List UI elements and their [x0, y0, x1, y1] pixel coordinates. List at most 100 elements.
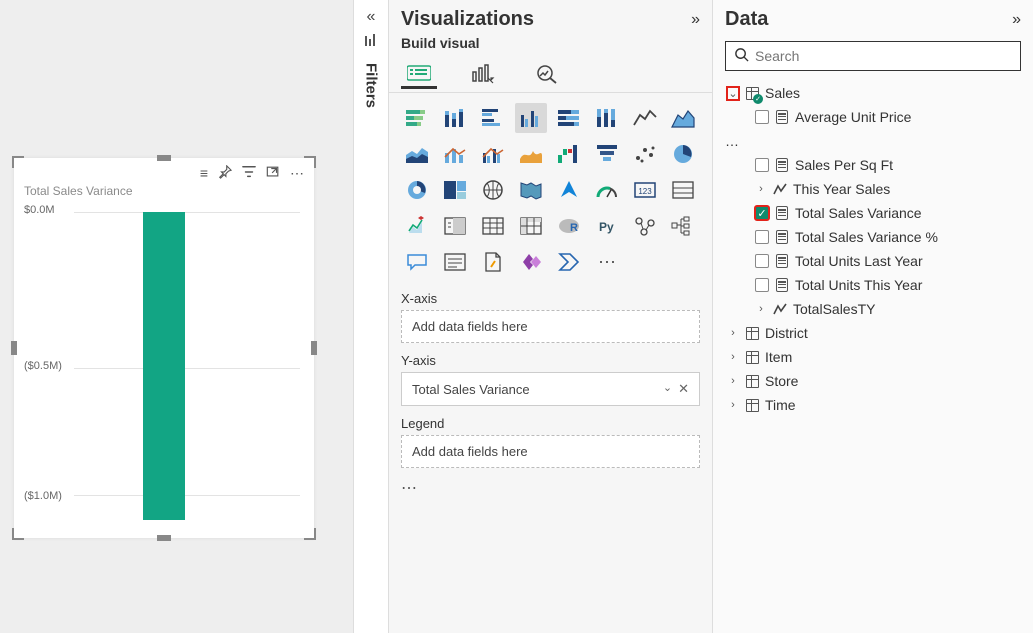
viz-matrix[interactable] — [515, 211, 547, 241]
viz-line-clustered-column[interactable] — [477, 139, 509, 169]
resize-handle-right[interactable] — [311, 341, 317, 355]
remove-field-icon[interactable]: ✕ — [678, 381, 689, 397]
resize-handle-tr[interactable] — [304, 156, 316, 168]
tab-build-visual[interactable] — [401, 59, 437, 89]
field-node[interactable]: ›TotalSalesTY — [725, 297, 1021, 321]
field-checkbox[interactable] — [755, 254, 769, 268]
viz-stacked-bar[interactable] — [401, 103, 433, 133]
field-checkbox[interactable] — [755, 278, 769, 292]
chart-bar[interactable] — [143, 212, 185, 520]
expand-field-icon[interactable]: › — [755, 303, 767, 315]
viz-waterfall[interactable] — [553, 139, 585, 169]
viz-filled-map[interactable] — [515, 175, 547, 205]
expand-table-icon[interactable]: › — [727, 375, 739, 387]
more-field-wells[interactable]: ⋯ — [401, 478, 700, 498]
viz-r-visual[interactable]: R — [553, 211, 585, 241]
field-node[interactable]: Total Units Last Year — [725, 249, 1021, 273]
expand-table-icon[interactable]: › — [727, 351, 739, 363]
column-chart-visual[interactable]: ≡ ⋯ Total Sales Variance $0.0M ($0.5M) (… — [14, 158, 314, 538]
table-icon — [744, 325, 760, 341]
viz-qna[interactable] — [401, 247, 433, 277]
table-node[interactable]: ›Store — [725, 369, 1021, 393]
viz-table[interactable] — [477, 211, 509, 241]
viz-smart-narrative[interactable] — [439, 247, 471, 277]
expand-field-icon[interactable]: › — [755, 183, 767, 195]
viz-paginated-report[interactable] — [477, 247, 509, 277]
field-label: Average Unit Price — [795, 109, 911, 125]
yaxis-field-pill[interactable]: Total Sales Variance — [412, 382, 530, 397]
fields-search-box[interactable] — [725, 41, 1021, 71]
xaxis-field-well[interactable]: Add data fields here — [401, 310, 700, 343]
chevron-down-icon[interactable]: ⌄ — [663, 381, 672, 397]
field-node[interactable]: Average Unit Price — [725, 105, 1021, 129]
viz-donut[interactable] — [401, 175, 433, 205]
viz-clustered-bar[interactable] — [477, 103, 509, 133]
search-input[interactable] — [755, 48, 1012, 64]
legend-field-well[interactable]: Add data fields here — [401, 435, 700, 468]
resize-handle-bottom[interactable] — [157, 535, 171, 541]
viz-gauge[interactable] — [591, 175, 623, 205]
more-options-icon[interactable]: ⋯ — [290, 166, 304, 180]
expand-filters-icon[interactable]: « — [367, 8, 376, 26]
table-node[interactable]: ›Time — [725, 393, 1021, 417]
filters-pane-collapsed[interactable]: « Filters — [353, 0, 389, 633]
viz-stacked-column[interactable] — [439, 103, 471, 133]
expand-table-icon[interactable]: › — [727, 399, 739, 411]
visual-selection[interactable]: ≡ ⋯ Total Sales Variance $0.0M ($0.5M) (… — [14, 158, 314, 538]
field-node[interactable]: Total Sales Variance % — [725, 225, 1021, 249]
viz-100-stacked-column[interactable] — [591, 103, 623, 133]
viz-key-influencers[interactable] — [629, 211, 661, 241]
tab-analytics[interactable] — [529, 59, 565, 89]
viz-scatter[interactable] — [629, 139, 661, 169]
focus-mode-icon[interactable] — [266, 165, 280, 181]
filter-icon[interactable] — [242, 165, 256, 181]
viz-100-stacked-bar[interactable] — [553, 103, 585, 133]
expand-table-icon[interactable]: › — [727, 327, 739, 339]
viz-kpi[interactable] — [401, 211, 433, 241]
viz-area[interactable] — [667, 103, 699, 133]
yaxis-field-well[interactable]: Total Sales Variance ⌄ ✕ — [401, 372, 700, 406]
viz-multi-row-card[interactable] — [667, 175, 699, 205]
resize-handle-tl[interactable] — [12, 156, 24, 168]
field-node[interactable]: ›This Year Sales — [725, 177, 1021, 201]
viz-funnel[interactable] — [591, 139, 623, 169]
viz-slicer[interactable] — [439, 211, 471, 241]
viz-card[interactable]: 123 — [629, 175, 661, 205]
resize-handle-br[interactable] — [304, 528, 316, 540]
viz-clustered-column[interactable] — [515, 103, 547, 133]
field-node[interactable]: Total Units This Year — [725, 273, 1021, 297]
resize-handle-top[interactable] — [157, 155, 171, 161]
resize-handle-bl[interactable] — [12, 528, 24, 540]
viz-decomposition-tree[interactable] — [667, 211, 699, 241]
expand-table-icon[interactable]: ⌄ — [727, 87, 739, 100]
field-checkbox[interactable] — [755, 230, 769, 244]
viz-map[interactable] — [477, 175, 509, 205]
drag-handle-icon[interactable]: ≡ — [200, 166, 208, 180]
tab-format-visual[interactable] — [465, 59, 501, 89]
field-checkbox[interactable]: ✓ — [755, 206, 769, 220]
viz-py-visual[interactable]: Py — [591, 211, 623, 241]
field-node[interactable]: ✓Total Sales Variance — [725, 201, 1021, 225]
viz-azure-map[interactable] — [553, 175, 585, 205]
resize-handle-left[interactable] — [11, 341, 17, 355]
field-node[interactable]: Sales Per Sq Ft — [725, 153, 1021, 177]
field-more-indicator: … — [725, 129, 1021, 153]
viz-power-apps[interactable] — [515, 247, 547, 277]
collapse-viz-pane-icon[interactable]: » — [691, 11, 700, 29]
viz-power-automate[interactable] — [553, 247, 585, 277]
table-node[interactable]: ⌄✓Sales — [725, 81, 1021, 105]
viz-stacked-area[interactable] — [401, 139, 433, 169]
table-node[interactable]: ›Item — [725, 345, 1021, 369]
report-canvas[interactable]: ≡ ⋯ Total Sales Variance $0.0M ($0.5M) (… — [0, 0, 353, 633]
viz-line-stacked-column[interactable] — [439, 139, 471, 169]
field-checkbox[interactable] — [755, 158, 769, 172]
viz-pie[interactable] — [667, 139, 699, 169]
viz-get-more-visuals[interactable]: ⋯ — [591, 247, 623, 277]
viz-treemap[interactable] — [439, 175, 471, 205]
field-checkbox[interactable] — [755, 110, 769, 124]
viz-ribbon[interactable] — [515, 139, 547, 169]
pin-icon[interactable] — [218, 165, 232, 181]
collapse-data-pane-icon[interactable]: » — [1012, 11, 1021, 29]
table-node[interactable]: ›District — [725, 321, 1021, 345]
viz-line[interactable] — [629, 103, 661, 133]
